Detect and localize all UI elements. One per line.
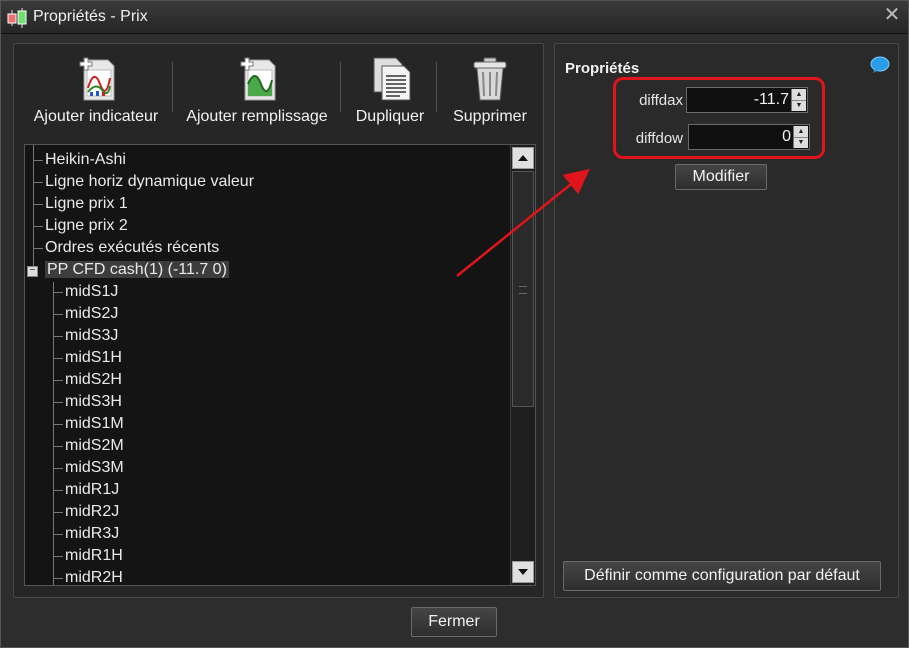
arrow-down-icon (518, 569, 528, 575)
tree-child-item[interactable]: midS1M (53, 413, 124, 435)
delete-button[interactable]: Supprimer (446, 54, 534, 126)
modify-button[interactable]: Modifier (675, 164, 767, 190)
tree-scrollbar[interactable] (510, 145, 535, 585)
element-tree[interactable]: Heikin-Ashi Ligne horiz dynamique valeur… (24, 144, 536, 586)
scroll-thumb[interactable] (512, 171, 534, 407)
toolbar-divider (172, 62, 173, 112)
highlight-annotation (613, 77, 825, 159)
element-list-panel: Ajouter indicateur Ajouter remplissage D… (13, 43, 544, 598)
tree-item[interactable]: Ligne prix 2 (33, 215, 128, 237)
add-indicator-label: Ajouter indicateur (33, 108, 159, 125)
toolbar-divider (436, 62, 437, 112)
tree-item-selected[interactable]: PP CFD cash(1) (-11.7 0) (33, 259, 229, 281)
tree-child-item[interactable]: midR1H (53, 545, 123, 567)
toolbar-divider (340, 62, 341, 112)
tree-child-item[interactable]: midR2J (53, 501, 119, 523)
tree-item[interactable]: Ligne prix 1 (33, 193, 128, 215)
title-bar[interactable]: Propriétés - Prix ✕ (1, 1, 908, 34)
set-default-button[interactable]: Définir comme configuration par défaut (563, 561, 881, 591)
duplicate-icon (373, 57, 411, 101)
scroll-up-button[interactable] (512, 147, 534, 169)
tree-item[interactable]: Heikin-Ashi (33, 149, 126, 171)
add-indicator-button[interactable]: Ajouter indicateur (30, 54, 162, 126)
tree-child-item[interactable]: midS2H (53, 369, 122, 391)
grip-icon (519, 286, 527, 294)
toolbar: Ajouter indicateur Ajouter remplissage D… (14, 44, 543, 140)
close-icon[interactable]: ✕ (882, 5, 902, 25)
tree-child-item[interactable]: midS2J (53, 303, 118, 325)
properties-title: Propriétés (565, 60, 640, 77)
window-title: Propriétés - Prix (33, 8, 148, 25)
duplicate-button[interactable]: Dupliquer (350, 54, 430, 126)
add-fill-icon (240, 57, 276, 101)
arrow-up-icon (518, 155, 528, 161)
delete-label: Supprimer (453, 108, 527, 125)
tree-child-item[interactable]: midS1H (53, 347, 122, 369)
close-button[interactable]: Fermer (411, 607, 497, 637)
tree-child-item[interactable]: midR3J (53, 523, 119, 545)
tree-child-item[interactable]: midS3M (53, 457, 124, 479)
add-fill-label: Ajouter remplissage (186, 108, 328, 125)
scroll-down-button[interactable] (512, 561, 534, 583)
trash-icon (473, 57, 507, 101)
tree-list: Heikin-Ashi Ligne horiz dynamique valeur… (25, 145, 509, 585)
add-fill-button[interactable]: Ajouter remplissage (182, 54, 332, 126)
candlestick-icon (7, 8, 27, 28)
tree-child-item[interactable]: midS2M (53, 435, 124, 457)
tree-child-item[interactable]: midS3H (53, 391, 122, 413)
duplicate-label: Dupliquer (355, 108, 425, 125)
tree-item[interactable]: Ligne horiz dynamique valeur (33, 171, 254, 193)
tree-child-item[interactable]: midS3J (53, 325, 118, 347)
tree-child-item[interactable]: midR1J (53, 479, 119, 501)
tree-child-item[interactable]: midR2H (53, 567, 123, 585)
tree-item[interactable]: Ordres exécutés récents (33, 237, 219, 259)
chat-bubble-icon[interactable] (870, 56, 890, 74)
add-indicator-icon (79, 57, 115, 101)
tree-child-item[interactable]: midS1J (53, 281, 118, 303)
